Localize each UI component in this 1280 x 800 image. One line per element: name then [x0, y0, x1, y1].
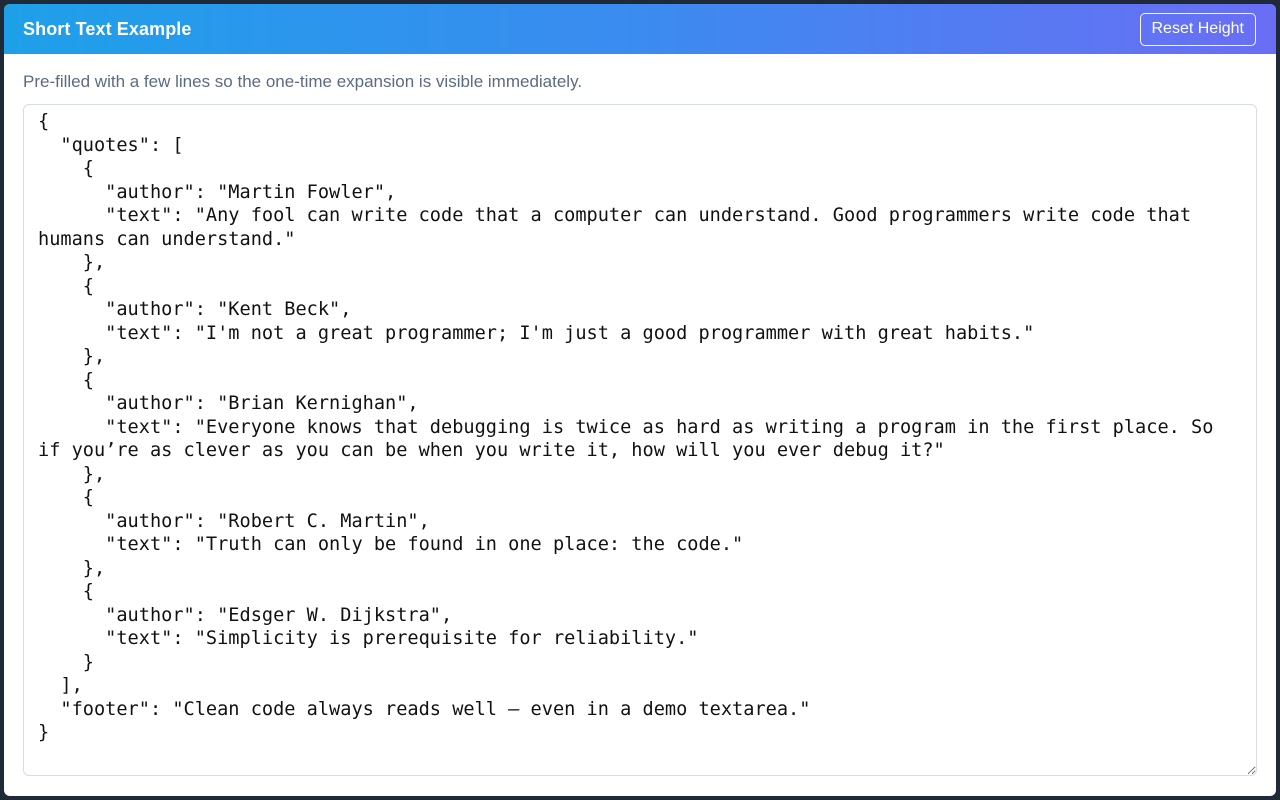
reset-height-button[interactable]: Reset Height: [1139, 12, 1256, 46]
card-header: Short Text Example Reset Height: [4, 4, 1276, 54]
description-text: Pre-filled with a few lines so the one-t…: [23, 72, 583, 91]
card-title: Short Text Example: [23, 18, 192, 39]
card-body: Pre-filled with a few lines so the one-t…: [4, 54, 1276, 776]
example-card: Short Text Example Reset Height Pre-fill…: [4, 4, 1276, 796]
json-textarea[interactable]: { "quotes": [ { "author": "Martin Fowler…: [23, 104, 1257, 776]
